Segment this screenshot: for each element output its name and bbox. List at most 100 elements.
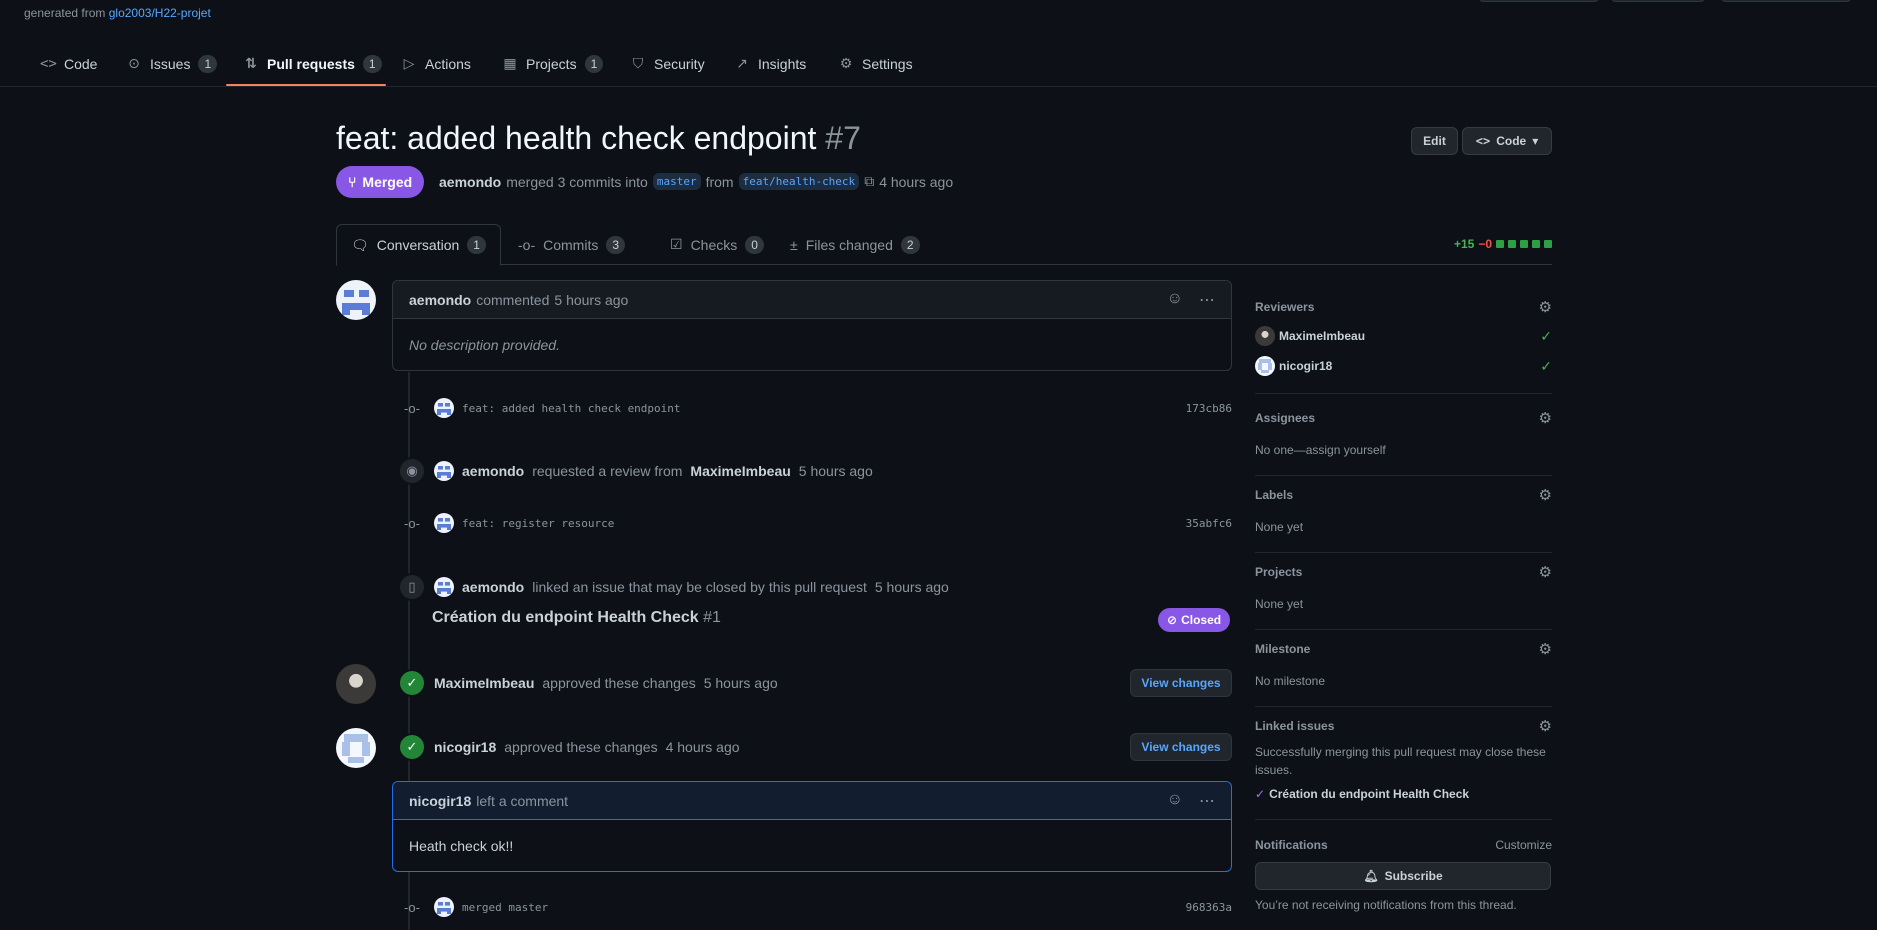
smiley-icon[interactable]: ☺	[1167, 290, 1183, 310]
diffstat-block	[1544, 240, 1552, 248]
gear-icon[interactable]: ⚙	[1539, 640, 1552, 658]
copy-icon[interactable]: ⧉	[864, 173, 874, 190]
tab-files-changed[interactable]: ± Files changed 2	[776, 224, 934, 265]
reviewer-item[interactable]: nicogir18 ✓	[1255, 356, 1552, 376]
timeline-linked-issue: ▯ aemondo linked an issue that may be cl…	[398, 573, 949, 601]
file-diff-icon: ±	[790, 236, 798, 253]
diffstat-block	[1508, 240, 1516, 248]
kebab-menu-icon[interactable]: ⋯	[1199, 290, 1215, 310]
gear-icon[interactable]: ⚙	[1539, 717, 1552, 735]
repo-nav: <> Code ⊙ Issues 1 ⇅ Pull requests 1 ▷ A…	[0, 40, 1877, 87]
projects-counter: 1	[584, 54, 604, 73]
pr-time: 4 hours ago	[879, 173, 954, 190]
assign-yourself-link[interactable]: No one—assign yourself	[1255, 441, 1552, 459]
pr-number: #7	[825, 120, 861, 156]
comment-author[interactable]: aemondo	[409, 292, 471, 308]
timeline-commit: -o- merged master	[398, 893, 548, 921]
avatar[interactable]	[336, 728, 376, 768]
avatar[interactable]	[434, 513, 454, 533]
commit-sha[interactable]: 35abfc6	[1186, 517, 1232, 530]
sidebar-linked-issues: Linked issues ⚙ Successfully merging thi…	[1255, 717, 1552, 820]
sidebar-labels: Labels ⚙ None yet	[1255, 486, 1552, 553]
commit-sha[interactable]: 173cb86	[1186, 402, 1232, 415]
edit-button[interactable]: Edit	[1411, 127, 1458, 155]
comment-author[interactable]: nicogir18	[409, 793, 471, 809]
sidebar-milestone: Milestone ⚙ No milestone	[1255, 640, 1552, 707]
nav-insights[interactable]: ↗ Insights	[734, 40, 806, 87]
view-changes-button[interactable]: View changes	[1130, 669, 1232, 697]
repo-action-button[interactable]	[1610, 0, 1706, 2]
graph-icon: ↗	[736, 55, 748, 71]
commit-message[interactable]: merged master	[462, 901, 548, 914]
diffstat-block	[1520, 240, 1528, 248]
template-source: generated from glo2003/H22-projet	[24, 6, 211, 20]
tab-conversation[interactable]: 🗨 Conversation 1	[336, 224, 501, 266]
customize-link[interactable]: Customize	[1495, 838, 1552, 852]
opening-comment: aemondo commented 5 hours ago ☺ ⋯ No des…	[392, 280, 1232, 371]
check-circle-icon: ⊘	[1167, 613, 1178, 627]
linked-issue-title[interactable]: Création du endpoint Health Check #1	[432, 609, 721, 627]
issue-icon: ⊙	[128, 55, 140, 71]
comment-header: aemondo commented 5 hours ago ☺ ⋯	[393, 281, 1231, 319]
avatar[interactable]	[434, 897, 454, 917]
template-repo-link[interactable]: glo2003/H22-projet	[109, 6, 211, 20]
gear-icon[interactable]: ⚙	[1539, 486, 1552, 504]
pr-title: feat: added health check endpoint #7	[336, 120, 861, 156]
nav-code[interactable]: <> Code	[40, 40, 97, 87]
nav-settings[interactable]: ⚙ Settings	[838, 40, 913, 87]
commit-icon: -o-	[518, 236, 536, 253]
check-icon: ✓	[398, 733, 426, 761]
nav-issues[interactable]: ⊙ Issues 1	[126, 40, 218, 87]
pull-request-icon: ⇅	[245, 55, 257, 71]
check-icon: ✓	[1540, 357, 1552, 374]
nav-pull-requests[interactable]: ⇅ Pull requests 1	[243, 40, 382, 87]
shield-icon: ⛉	[632, 55, 644, 71]
comment-discussion-icon: 🗨	[351, 236, 369, 253]
comment-header: nicogir18 left a comment ☺ ⋯	[393, 782, 1231, 820]
tab-checks[interactable]: ☑ Checks 0	[656, 224, 778, 265]
checklist-icon: ☑	[670, 236, 683, 252]
avatar[interactable]	[434, 398, 454, 418]
view-changes-button[interactable]: View changes	[1130, 733, 1232, 761]
comment-time[interactable]: 5 hours ago	[554, 292, 628, 308]
bookmark-icon: ▯	[398, 573, 426, 601]
gear-icon: ⚙	[839, 55, 853, 71]
diffstat: +15 −0	[1454, 237, 1552, 251]
timeline-review-request: ◉ aemondo requested a review from Maxime…	[398, 457, 873, 485]
repo-action-button[interactable]	[1720, 0, 1852, 2]
nav-actions[interactable]: ▷ Actions	[401, 40, 471, 87]
avatar[interactable]	[434, 461, 454, 481]
commit-message[interactable]: feat: added health check endpoint	[462, 402, 681, 415]
kebab-menu-icon[interactable]: ⋯	[1199, 791, 1215, 811]
smiley-icon[interactable]: ☺	[1167, 791, 1183, 811]
gear-icon[interactable]: ⚙	[1539, 409, 1552, 427]
reviewer-item[interactable]: MaximeImbeau ✓	[1255, 326, 1552, 346]
pr-author[interactable]: aemondo	[439, 174, 501, 190]
commit-icon: -o-	[404, 899, 420, 915]
diffstat-block	[1532, 240, 1540, 248]
nav-security[interactable]: ⛉ Security	[630, 40, 705, 87]
nav-selected-underline	[226, 84, 386, 86]
repo-action-button[interactable]	[1478, 0, 1600, 2]
avatar[interactable]	[336, 280, 376, 320]
nav-projects[interactable]: ▦ Projects 1	[502, 40, 604, 87]
closed-status-badge: ⊘ Closed	[1158, 608, 1231, 632]
pr-tabs: 🗨 Conversation 1 -o- Commits 3 ☑ Checks …	[336, 224, 1552, 266]
play-icon: ▷	[403, 55, 415, 71]
diffstat-block	[1496, 240, 1504, 248]
head-branch[interactable]: feat/health-check	[738, 173, 860, 190]
avatar[interactable]	[434, 577, 454, 597]
commit-sha[interactable]: 968363a	[1186, 901, 1232, 914]
linked-issue-item[interactable]: ✓ Création du endpoint Health Check	[1255, 787, 1552, 801]
sidebar-reviewers: Reviewers ⚙ MaximeImbeau ✓ nicogir18 ✓	[1255, 298, 1552, 394]
gear-icon[interactable]: ⚙	[1539, 298, 1552, 316]
code-icon: <>	[40, 55, 57, 72]
tab-commits[interactable]: -o- Commits 3	[504, 224, 639, 265]
timeline-approval: ✓ MaximeImbeau approved these changes 5 …	[398, 669, 778, 697]
code-dropdown-button[interactable]: <> Code ▾	[1462, 127, 1552, 155]
commit-message[interactable]: feat: register resource	[462, 517, 614, 530]
avatar[interactable]	[336, 664, 376, 704]
subscribe-button[interactable]: 🔔︎ Subscribe	[1255, 862, 1551, 890]
gear-icon[interactable]: ⚙	[1539, 563, 1552, 581]
base-branch[interactable]: master	[652, 173, 701, 190]
